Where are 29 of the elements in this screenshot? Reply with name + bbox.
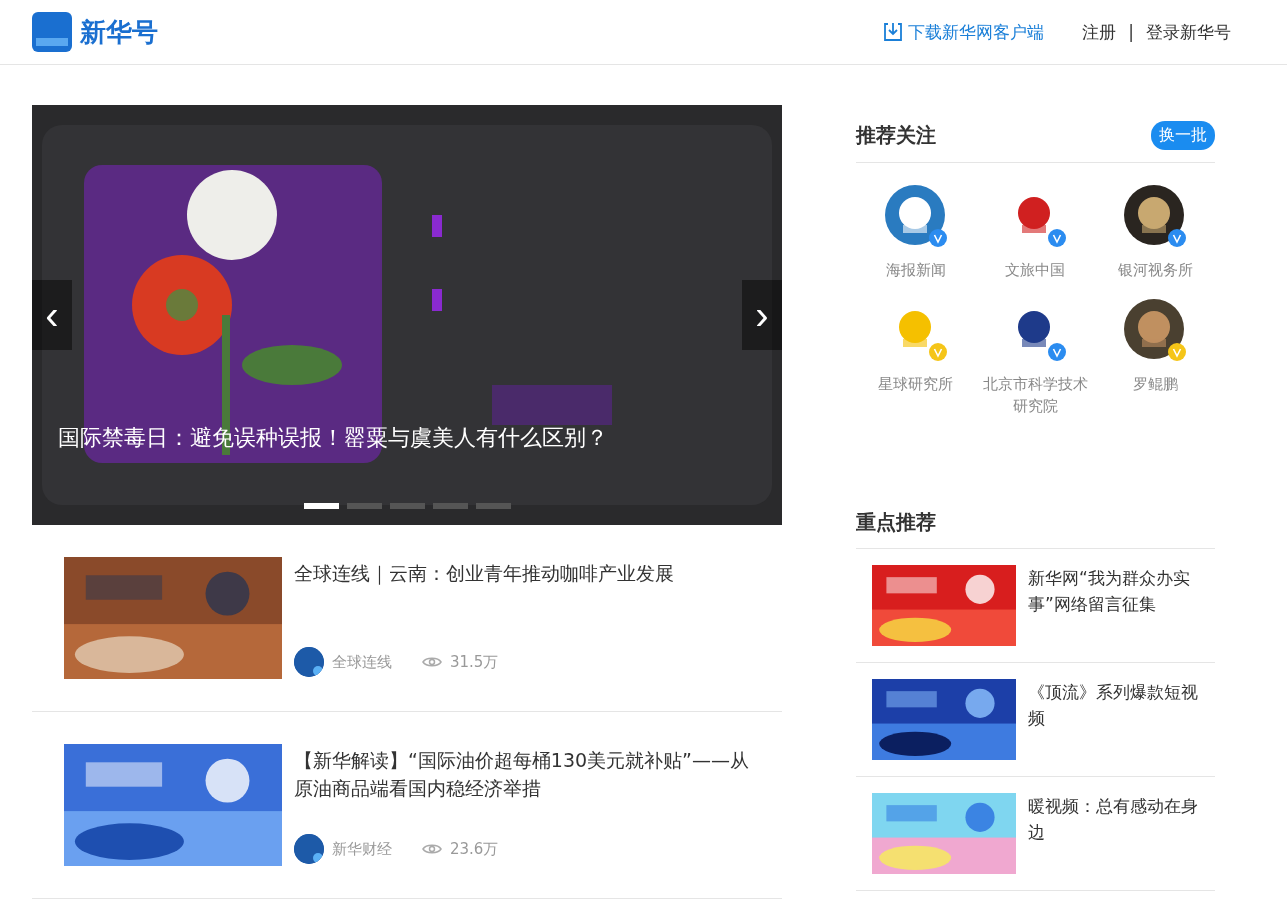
featured-title[interactable]: 暖视频：总有感动在身边 <box>1028 793 1199 874</box>
account-name[interactable]: 星球研究所 <box>860 373 971 395</box>
download-icon <box>882 21 905 43</box>
logo-icon <box>32 12 72 52</box>
login-link[interactable]: 登录新华号 <box>1146 20 1231 44</box>
account-name[interactable]: 文旅中国 <box>980 259 1091 281</box>
next-button[interactable]: › <box>742 280 782 350</box>
section-title: 推荐关注 <box>856 122 936 149</box>
featured-title[interactable]: 新华网“我为群众办实事”网络留言征集 <box>1028 565 1199 646</box>
previous-button[interactable]: ‹ <box>32 280 72 350</box>
featured-title[interactable]: 《顶流》系列爆款短视频 <box>1028 679 1199 760</box>
account-name[interactable]: 北京市科学技术研究院 <box>980 373 1091 417</box>
account-name[interactable]: 罗鲲鹏 <box>1100 373 1211 395</box>
view-count: 23.6万 <box>450 839 499 859</box>
article-title[interactable]: 【新华解读】“国际油价超每桶130美元就补贴”——从原油商品端看国内稳经济举措 <box>294 746 750 802</box>
author-avatar-icon <box>294 647 324 677</box>
eye-icon <box>422 655 442 669</box>
section-title: 重点推荐 <box>856 509 936 536</box>
register-link[interactable]: 注册 <box>1082 20 1117 44</box>
logo-text: 新华号 <box>80 15 158 49</box>
author-avatar-icon <box>294 834 324 864</box>
carousel-caption[interactable]: 国际禁毒日：避免误种误报！罂粟与虞美人有什么区别？ <box>58 423 608 453</box>
eye-icon <box>422 842 442 856</box>
article-title[interactable]: 全球连线｜云南：创业青年推动咖啡产业发展 <box>294 559 674 587</box>
download-link[interactable]: 下载新华网客户端 <box>882 20 1045 44</box>
account-name[interactable]: 海报新闻 <box>860 259 971 281</box>
account-name[interactable]: 银河视务所 <box>1100 259 1211 281</box>
view-count: 31.5万 <box>450 652 499 672</box>
separator: | <box>1128 22 1134 42</box>
